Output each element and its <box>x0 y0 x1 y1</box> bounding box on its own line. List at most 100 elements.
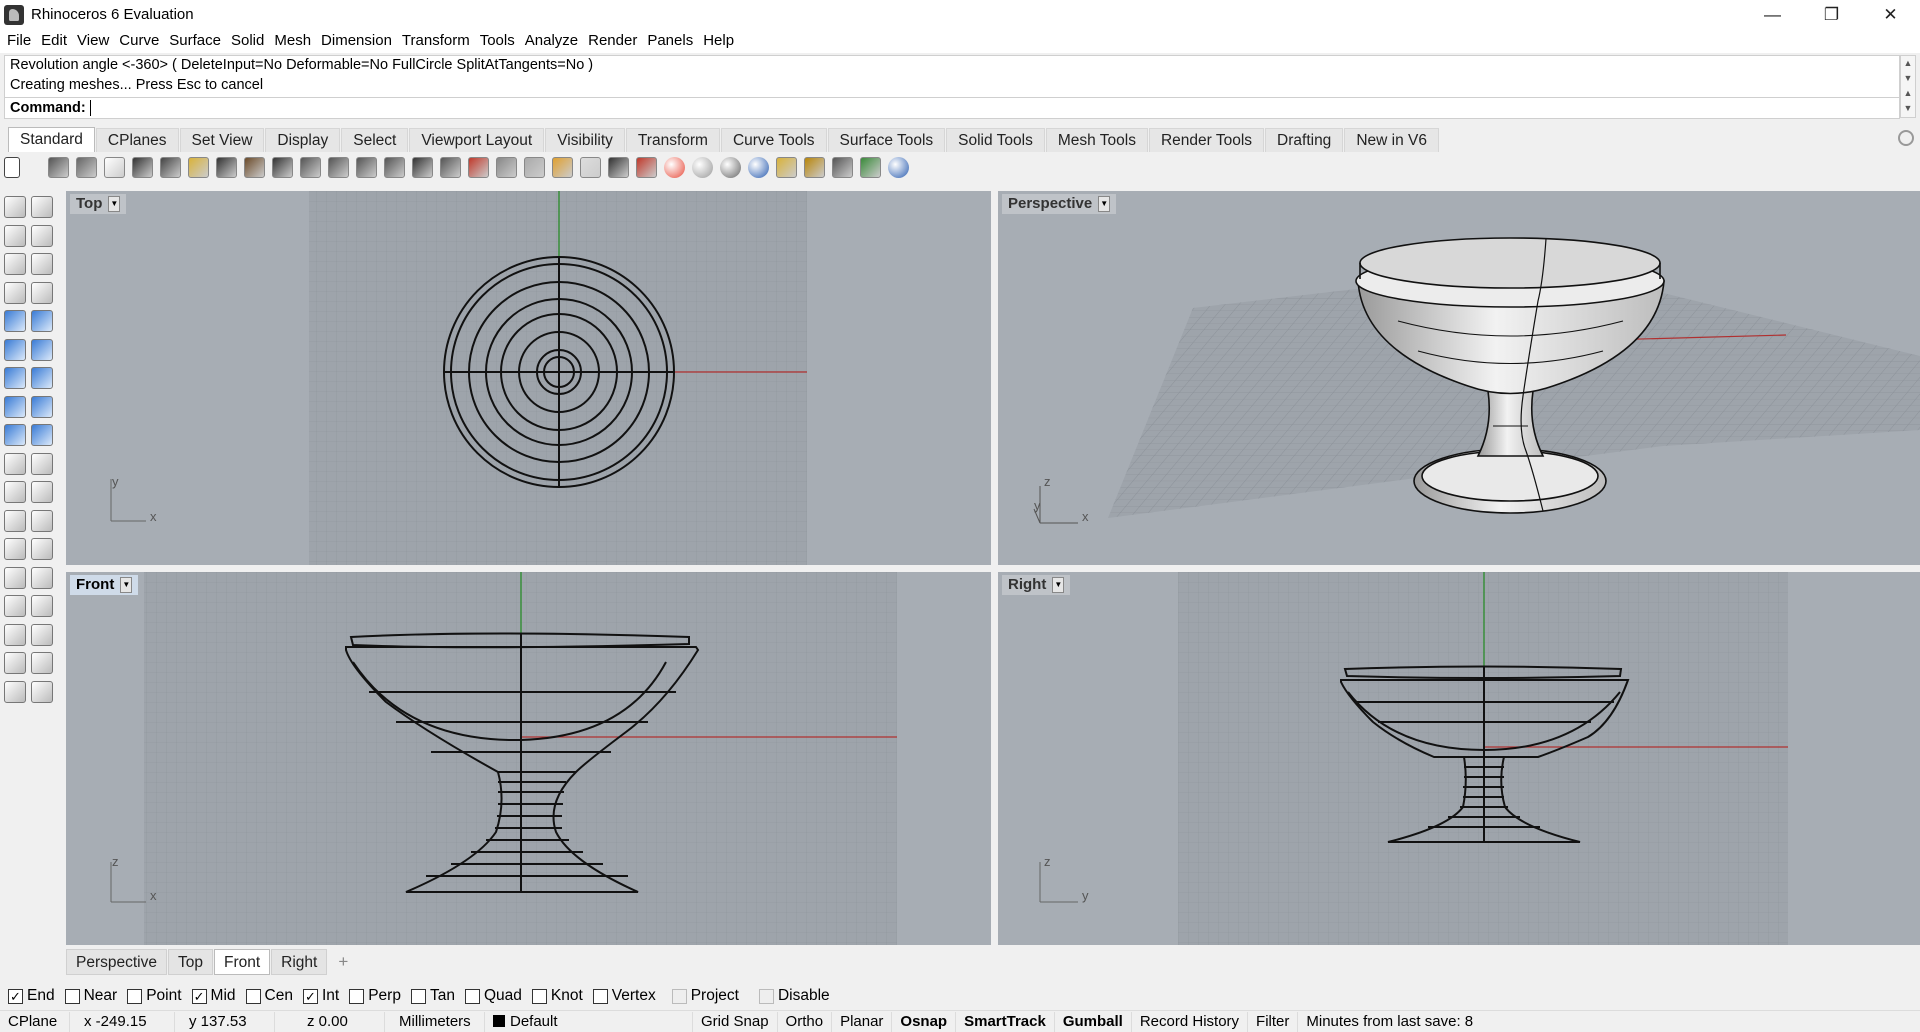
import-icon[interactable] <box>104 156 125 178</box>
scroll-up-icon[interactable]: ▲ <box>1901 56 1915 71</box>
osnap-toggle[interactable]: Osnap <box>892 1011 957 1032</box>
right-viewport-canvas[interactable] <box>998 572 1920 945</box>
cplane-icon[interactable] <box>4 652 26 674</box>
zoom-window-icon[interactable] <box>328 156 349 178</box>
properties-icon[interactable] <box>496 156 517 178</box>
tab-mesh-tools[interactable]: Mesh Tools <box>1045 128 1148 152</box>
union-icon[interactable] <box>31 367 53 389</box>
layer-icon[interactable] <box>4 680 26 703</box>
command-input[interactable] <box>89 100 690 116</box>
paste-icon[interactable] <box>188 156 209 178</box>
toolbar-settings-gear-icon[interactable] <box>1898 130 1914 146</box>
fillet-curve-icon[interactable] <box>31 310 53 332</box>
menu-dimension[interactable]: Dimension <box>316 29 397 53</box>
menu-mesh[interactable]: Mesh <box>269 29 316 53</box>
group-icon[interactable] <box>4 481 26 503</box>
osnap-icon[interactable] <box>552 156 573 178</box>
osnap-quad[interactable]: Quad <box>464 987 522 1005</box>
point-icon[interactable] <box>31 196 53 218</box>
menu-analyze[interactable]: Analyze <box>520 29 583 53</box>
osnap-mid[interactable]: ✓ Mid <box>191 987 236 1005</box>
tab-new-in-v6[interactable]: New in V6 <box>1344 128 1439 152</box>
osnap-int[interactable]: ✓ Int <box>302 987 339 1005</box>
new-icon[interactable] <box>4 156 20 178</box>
units-indicator[interactable]: Millimeters <box>385 1011 485 1032</box>
menu-surface[interactable]: Surface <box>164 29 226 53</box>
render-icon[interactable] <box>860 156 881 178</box>
polyline-icon[interactable] <box>4 224 26 247</box>
circle-icon[interactable] <box>4 253 26 275</box>
print-icon[interactable] <box>76 156 97 178</box>
viewport-label-right[interactable]: Right ▼ <box>1002 575 1071 595</box>
dimension-icon[interactable] <box>31 538 53 560</box>
osnap-checkbox[interactable] <box>245 988 261 1004</box>
tab-viewport-layout[interactable]: Viewport Layout <box>409 128 545 152</box>
shaded-sphere-icon[interactable] <box>720 156 741 178</box>
menu-solid[interactable]: Solid <box>226 29 269 53</box>
osnap-checkbox[interactable] <box>127 988 143 1004</box>
tab-set-view[interactable]: Set View <box>179 128 265 152</box>
pipe-icon[interactable] <box>31 595 53 617</box>
save-icon[interactable] <box>48 156 69 178</box>
split-icon[interactable] <box>4 452 26 475</box>
options-gear-icon[interactable] <box>804 156 825 178</box>
light-icon[interactable] <box>580 156 601 178</box>
minimize-button[interactable]: — <box>1743 0 1802 29</box>
viewport-label-perspective[interactable]: Perspective ▼ <box>1002 194 1117 214</box>
tab-solid-tools[interactable]: Solid Tools <box>946 128 1045 152</box>
tab-display[interactable]: Display <box>265 128 341 152</box>
viewport-right[interactable]: Right ▼ z y <box>998 572 1920 945</box>
osnap-point[interactable]: Point <box>127 987 182 1005</box>
car-icon[interactable] <box>468 156 489 178</box>
menu-edit[interactable]: Edit <box>36 29 72 53</box>
viewport-top[interactable]: Top ▼ y x <box>66 191 991 565</box>
osnap-checkbox[interactable] <box>410 988 426 1004</box>
text-icon[interactable] <box>4 538 26 560</box>
ellipse-icon[interactable] <box>31 253 53 275</box>
scroll-up-icon[interactable]: ▲ <box>1901 86 1915 101</box>
flamingo-icon[interactable] <box>776 156 797 178</box>
blend-icon[interactable] <box>31 509 53 532</box>
curve-icon[interactable] <box>31 224 53 247</box>
vp-tab-perspective[interactable]: Perspective <box>66 949 167 975</box>
filter-toggle[interactable]: Filter <box>1248 1011 1299 1032</box>
tab-standard[interactable]: Standard <box>8 127 95 152</box>
offset-surface-icon[interactable] <box>31 395 53 418</box>
grid-options-icon[interactable] <box>832 156 853 178</box>
osnap-checkbox[interactable]: ✓ <box>191 988 207 1004</box>
command-scrollbar[interactable]: ▲ ▼ ▲ ▼ <box>1900 55 1916 118</box>
viewport-menu-icon[interactable]: ▼ <box>108 196 121 212</box>
grid-snap-toggle[interactable]: Grid Snap <box>693 1011 778 1032</box>
menu-file[interactable]: File <box>2 29 36 53</box>
rectangle-icon[interactable] <box>31 281 53 304</box>
cplane-icon[interactable] <box>524 156 545 178</box>
four-viewports-icon[interactable] <box>440 156 461 178</box>
osnap-project[interactable]: Project <box>671 987 739 1005</box>
arc-icon[interactable] <box>4 310 26 332</box>
osnap-checkbox[interactable]: ✓ <box>302 988 318 1004</box>
vp-tab-top[interactable]: Top <box>167 949 213 975</box>
osnap-vertex[interactable]: Vertex <box>592 987 656 1005</box>
explode-icon[interactable] <box>4 424 26 446</box>
join-icon[interactable] <box>31 452 53 475</box>
osnap-near[interactable]: Near <box>64 987 117 1005</box>
color-wheel-icon[interactable] <box>664 156 685 178</box>
osnap-disable[interactable]: Disable <box>758 987 830 1005</box>
vp-tab-front[interactable]: Front <box>213 949 271 975</box>
tab-curve-tools[interactable]: Curve Tools <box>720 128 827 152</box>
top-viewport-canvas[interactable] <box>66 191 991 565</box>
planar-toggle[interactable]: Planar <box>832 1011 893 1032</box>
add-viewport-icon[interactable]: + <box>328 952 358 972</box>
viewport-label-top[interactable]: Top ▼ <box>70 194 127 214</box>
cut-icon[interactable] <box>132 156 153 178</box>
osnap-checkbox[interactable] <box>592 988 608 1004</box>
gumball-icon[interactable] <box>31 623 53 646</box>
extrude-icon[interactable] <box>4 395 26 418</box>
osnap-end[interactable]: ✓ End <box>8 987 55 1005</box>
menu-panels[interactable]: Panels <box>642 29 698 53</box>
viewport-menu-icon[interactable]: ▼ <box>1098 196 1111 212</box>
viewport-perspective[interactable]: Perspective ▼ z y x <box>998 191 1920 565</box>
scroll-down-icon[interactable]: ▼ <box>1901 71 1915 86</box>
move-icon[interactable] <box>4 566 26 589</box>
layer-indicator[interactable]: Default <box>485 1011 693 1032</box>
